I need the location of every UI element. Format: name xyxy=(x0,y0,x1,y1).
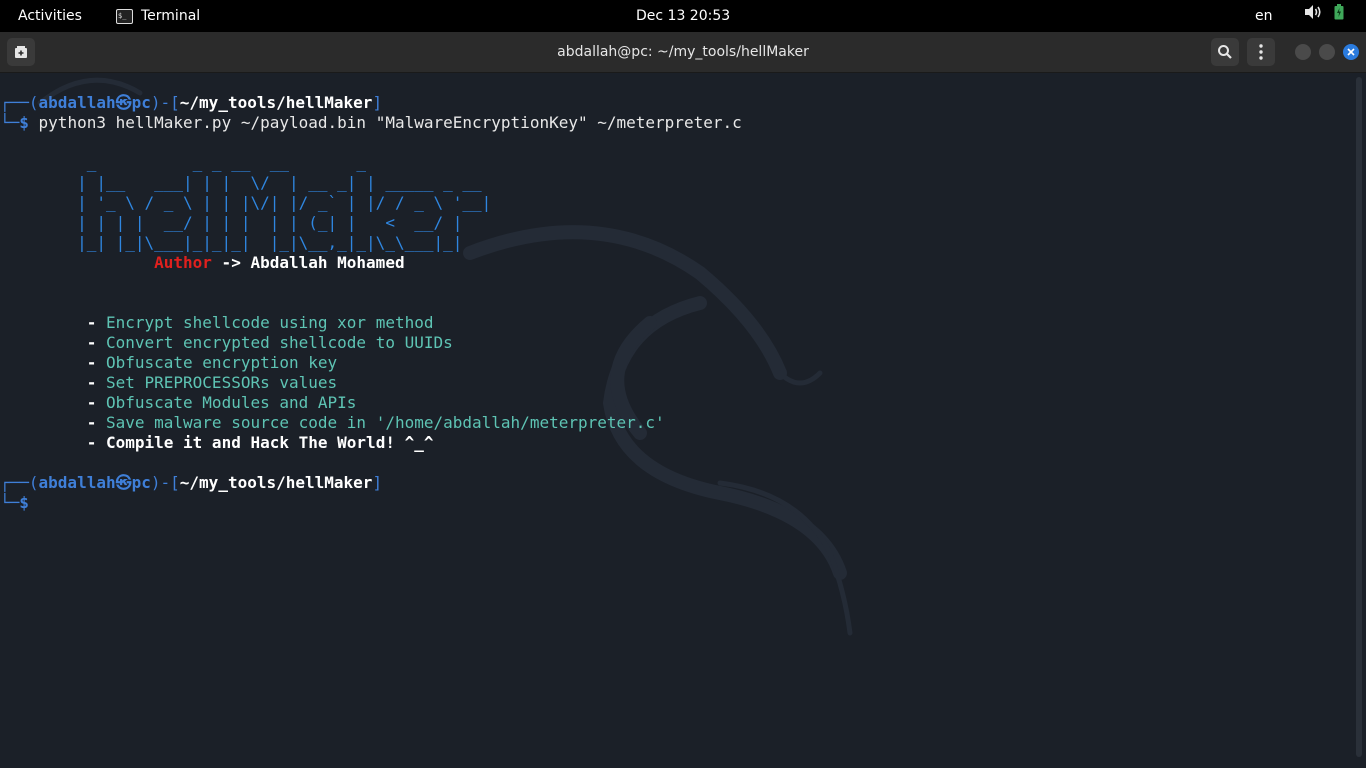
prompt-frame-bottom: └─ xyxy=(0,493,20,512)
language-indicator[interactable]: en xyxy=(1255,0,1273,32)
prompt-at-symbol: ㉿ xyxy=(115,93,132,112)
feature-text: Convert encrypted shellcode to UUIDs xyxy=(105,333,453,352)
author-name: -> Abdallah Mohamed xyxy=(211,253,405,272)
author-line: Author -> Abdallah Mohamed xyxy=(0,253,405,273)
maximize-button[interactable] xyxy=(1319,44,1335,60)
feature-bullet: - xyxy=(0,373,106,392)
ascii-banner-line: |_| |_|\___|_|_|_| |_|\__,_|_|\_\___|_| xyxy=(0,233,463,252)
app-menu[interactable]: $_ Terminal xyxy=(116,0,200,32)
final-feature-text: Compile it and Hack The World! ^_^ xyxy=(105,433,434,452)
prompt-user: abdallah xyxy=(38,93,116,112)
feature-bullet: - xyxy=(0,393,106,412)
feature-line: - Encrypt shellcode using xor method xyxy=(0,313,434,333)
feature-bullet: - xyxy=(0,353,106,372)
feature-line: - Convert encrypted shellcode to UUIDs xyxy=(0,333,453,353)
author-label: Author xyxy=(154,253,212,272)
top-bar: Activities $_ Terminal Dec 13 20:53 en xyxy=(0,0,1366,32)
feature-bullet: - xyxy=(0,433,106,452)
activities-button[interactable]: Activities xyxy=(18,0,82,32)
close-icon xyxy=(1347,48,1355,56)
feature-text: Set PREPROCESSORs values xyxy=(105,373,338,392)
clock[interactable]: Dec 13 20:53 xyxy=(636,0,730,32)
prompt-path: ~/my_tools/hellMaker xyxy=(179,93,373,112)
prompt-dollar: $ xyxy=(19,113,29,132)
menu-button[interactable] xyxy=(1247,38,1275,66)
prompt-path: ~/my_tools/hellMaker xyxy=(179,473,373,492)
new-tab-button[interactable] xyxy=(7,38,35,66)
feature-line: - Obfuscate encryption key xyxy=(0,353,337,373)
scrollbar[interactable] xyxy=(1356,77,1362,757)
terminal-view[interactable]: ┌──(abdallah㉿pc)-[~/my_tools/hellMaker] … xyxy=(0,73,1366,768)
feature-text: Obfuscate Modules and APIs xyxy=(105,393,357,412)
author-indent xyxy=(0,253,154,272)
search-icon xyxy=(1218,45,1232,59)
prompt-bracket-end: ] xyxy=(372,93,383,112)
kebab-menu-icon xyxy=(1259,44,1263,60)
prompt-frame-bottom: └─ xyxy=(0,113,20,132)
prompt-dollar: $ xyxy=(19,493,29,512)
ascii-banner-line: | '_ \ / _ \ | | |\/| |/ _` | |/ / _ \ '… xyxy=(0,193,492,212)
feature-text: Save malware source code in '/home/abdal… xyxy=(105,413,665,432)
feature-bullet: - xyxy=(0,413,106,432)
window-title: abdallah@pc: ~/my_tools/hellMaker xyxy=(557,44,809,60)
command-line: └─$ python3 hellMaker.py ~/payload.bin "… xyxy=(0,113,742,133)
volume-icon[interactable] xyxy=(1303,0,1323,32)
prompt-line: ┌──(abdallah㉿pc)-[~/my_tools/hellMaker] xyxy=(0,473,382,493)
feature-bullet: - xyxy=(0,333,106,352)
ascii-banner-line: | |__ ___| | | \/ | __ _| | _____ _ __ xyxy=(0,173,482,192)
search-button[interactable] xyxy=(1211,38,1239,66)
final-feature-line: - Compile it and Hack The World! ^_^ xyxy=(0,433,434,453)
app-menu-label: Terminal xyxy=(141,8,201,24)
ascii-banner-line: | | | | __/ | | | | | (_| | < __/ | xyxy=(0,213,463,232)
command-text: python3 hellMaker.py ~/payload.bin "Malw… xyxy=(28,113,742,132)
feature-line: - Obfuscate Modules and APIs xyxy=(0,393,357,413)
input-line[interactable]: └─$ xyxy=(0,493,29,513)
feature-text: Encrypt shellcode using xor method xyxy=(105,313,434,332)
prompt-separator: )-[ xyxy=(150,93,180,112)
feature-text: Obfuscate encryption key xyxy=(105,353,338,372)
ascii-banner-line: _ _ _ __ __ _ xyxy=(0,153,367,172)
feature-line: - Set PREPROCESSORs values xyxy=(0,373,337,393)
prompt-line: ┌──(abdallah㉿pc)-[~/my_tools/hellMaker] xyxy=(0,93,382,113)
new-tab-icon xyxy=(15,46,27,58)
prompt-frame: ┌──( xyxy=(0,93,39,112)
feature-line: - Save malware source code in '/home/abd… xyxy=(0,413,665,433)
prompt-at-symbol: ㉿ xyxy=(115,473,132,492)
prompt-frame: ┌──( xyxy=(0,473,39,492)
prompt-host: pc xyxy=(131,473,151,492)
prompt-separator: )-[ xyxy=(150,473,180,492)
minimize-button[interactable] xyxy=(1295,44,1311,60)
prompt-user: abdallah xyxy=(38,473,116,492)
close-button[interactable] xyxy=(1343,44,1359,60)
feature-bullet: - xyxy=(0,313,106,332)
prompt-bracket-end: ] xyxy=(372,473,383,492)
prompt-host: pc xyxy=(131,93,151,112)
terminal-headerbar: abdallah@pc: ~/my_tools/hellMaker xyxy=(0,32,1366,73)
battery-icon[interactable] xyxy=(1334,0,1344,32)
terminal-icon: $_ xyxy=(116,8,133,24)
